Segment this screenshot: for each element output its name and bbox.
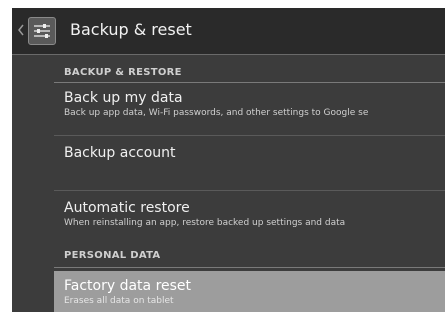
list-item-backup-account[interactable]: Backup account [54, 145, 445, 189]
section-header-backup-restore: BACKUP & RESTORE [64, 67, 182, 78]
item-summary: Back up app data, Wi-Fi passwords, and o… [64, 108, 369, 118]
item-summary: When reinstalling an app, restore backed… [64, 218, 346, 228]
chevron-left-icon[interactable] [16, 19, 26, 41]
settings-list: BACKUP & RESTORE Back up my data Back up… [54, 55, 445, 312]
divider [54, 82, 445, 83]
divider [54, 190, 445, 191]
action-bar: Backup & reset [12, 8, 445, 55]
list-item-factory-data-reset[interactable]: Factory data reset Erases all data on ta… [54, 271, 445, 312]
section-header-personal-data: PERSONAL DATA [64, 250, 161, 261]
divider [54, 135, 445, 136]
list-item-backup-my-data[interactable]: Back up my data Back up app data, Wi-Fi … [54, 90, 445, 130]
list-item-automatic-restore[interactable]: Automatic restore When reinstalling an a… [54, 200, 445, 240]
settings-screen: Backup & reset BACKUP & RESTORE Back up … [12, 8, 445, 312]
item-title: Automatic restore [64, 200, 190, 216]
settings-sliders-icon[interactable] [28, 17, 56, 45]
item-summary: Erases all data on tablet [64, 296, 174, 306]
divider [54, 267, 445, 268]
item-title: Factory data reset [64, 278, 192, 294]
page-title: Backup & reset [70, 20, 192, 39]
item-title: Back up my data [64, 90, 183, 106]
item-title: Backup account [64, 145, 176, 161]
